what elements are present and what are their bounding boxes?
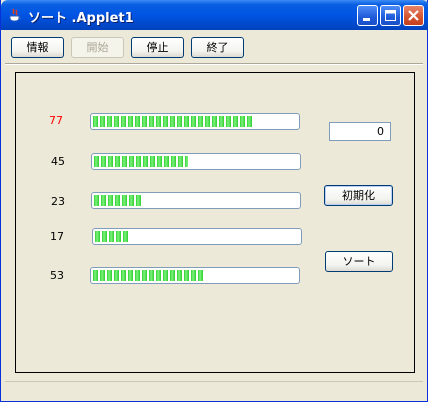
value-label: 77 — [49, 114, 63, 127]
progress-fill — [93, 270, 204, 281]
progress-fill — [94, 156, 188, 167]
progress-fill — [93, 116, 254, 127]
reset-button[interactable]: 初期化 — [324, 185, 393, 206]
maximize-button[interactable] — [380, 5, 401, 26]
close-button[interactable] — [403, 5, 424, 26]
progress-fill — [94, 195, 142, 206]
title-bar[interactable]: ソート .Applet1 — [1, 0, 428, 30]
progress-bar — [90, 113, 300, 130]
value-label: 23 — [51, 195, 65, 208]
progress-bar — [91, 192, 301, 209]
progress-bar — [90, 267, 300, 284]
info-button[interactable]: 情報 — [11, 37, 64, 58]
sort-button[interactable]: ソート — [325, 251, 393, 272]
start-button: 開始 — [71, 37, 124, 58]
window-title: ソート .Applet1 — [28, 11, 134, 26]
progress-bar — [91, 153, 301, 170]
java-icon — [9, 8, 21, 22]
minimize-icon — [363, 18, 370, 21]
status-bar — [5, 381, 423, 382]
applet-window: ソート .Applet1 情報 開始 停止 終了 77 45 23 17 53 — [0, 0, 428, 402]
maximize-icon — [385, 10, 396, 21]
value-label: 17 — [50, 230, 64, 243]
stop-button[interactable]: 停止 — [131, 37, 184, 58]
close-icon — [408, 10, 419, 21]
exit-button[interactable]: 終了 — [191, 37, 244, 58]
value-label: 53 — [50, 269, 64, 282]
minimize-button[interactable] — [357, 5, 378, 26]
progress-fill — [95, 231, 131, 242]
toolbar-divider — [5, 63, 423, 65]
counter-field[interactable]: 0 — [329, 122, 391, 141]
progress-bar — [92, 228, 302, 245]
value-label: 45 — [51, 155, 65, 168]
